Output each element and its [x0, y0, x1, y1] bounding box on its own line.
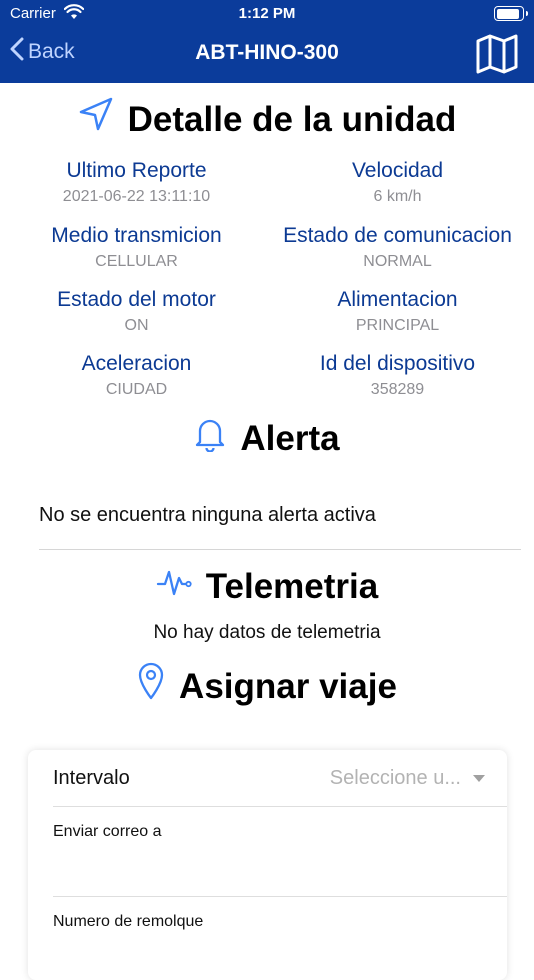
alert-section-header: Alerta — [0, 419, 534, 459]
map-button[interactable] — [476, 33, 518, 80]
divider — [53, 806, 507, 807]
trip-section-header: Asignar viaje — [0, 662, 534, 707]
detail-section-header: Detalle de la unidad — [0, 97, 534, 140]
detail-value: CELLULAR — [95, 253, 178, 270]
detail-label: Aceleracion — [81, 352, 192, 375]
detail-value: 358289 — [370, 381, 425, 398]
trip-form-card: Intervalo Seleccione u... Enviar correo … — [28, 750, 507, 980]
detail-label: Ultimo Reporte — [66, 159, 207, 182]
detail-value: CIUDAD — [105, 381, 168, 398]
detail-label: Medio transmicion — [51, 224, 222, 247]
detail-item-medio-transmicion: Medio transmicion CELLULAR — [3, 224, 270, 272]
detail-item-ultimo-reporte: Ultimo Reporte 2021-06-22 13:11:10 — [3, 159, 270, 207]
trailer-number-label: Numero de remolque — [53, 913, 204, 930]
detail-value: ON — [124, 317, 149, 334]
page-title: ABT-HINO-300 — [195, 41, 339, 64]
detail-title: Detalle de la unidad — [127, 100, 457, 139]
detail-label: Velocidad — [351, 159, 444, 182]
detail-value: 2021-06-22 13:11:10 — [62, 188, 211, 205]
status-time: 1:12 PM — [238, 5, 296, 22]
detail-value: 6 km/h — [373, 188, 422, 205]
detail-value: PRINCIPAL — [355, 317, 440, 334]
navigation-bar: Carrier 1:12 PM Back ABT-HINO-300 — [0, 0, 534, 83]
telemetry-message: No hay datos de telemetria — [153, 622, 381, 643]
detail-label: Alimentacion — [337, 288, 458, 311]
map-icon — [476, 34, 518, 79]
detail-item-alimentacion: Alimentacion PRINCIPAL — [264, 288, 531, 336]
detail-value: NORMAL — [363, 253, 432, 270]
detail-label: Estado del motor — [57, 288, 216, 311]
detail-item-estado-motor: Estado del motor ON — [3, 288, 270, 336]
alert-title: Alerta — [240, 419, 340, 458]
detail-item-aceleracion: Aceleracion CIUDAD — [3, 352, 270, 400]
location-pin-icon — [137, 662, 165, 700]
battery-icon — [494, 6, 528, 21]
trailer-number-field[interactable] — [53, 940, 507, 978]
telemetry-title: Telemetria — [205, 567, 379, 606]
alert-message: No se encuentra ninguna alerta activa — [39, 504, 376, 526]
telemetry-section-header: Telemetria — [0, 567, 534, 607]
navigation-arrow-icon — [78, 96, 114, 132]
interval-select-value: Seleccione u... — [329, 767, 461, 789]
detail-item-estado-comunicacion: Estado de comunicacion NORMAL — [264, 224, 531, 272]
email-field[interactable] — [53, 850, 507, 892]
divider — [53, 896, 507, 897]
detail-label: Id del dispositivo — [319, 352, 476, 375]
interval-label: Intervalo — [53, 767, 130, 789]
detail-item-velocidad: Velocidad 6 km/h — [264, 159, 531, 207]
email-label: Enviar correo a — [53, 823, 162, 840]
caret-down-icon — [473, 775, 485, 782]
detail-item-id-dispositivo: Id del dispositivo 358289 — [264, 352, 531, 400]
interval-select[interactable]: Seleccione u... — [330, 767, 485, 790]
bell-icon — [194, 416, 226, 452]
trip-title: Asignar viaje — [179, 667, 397, 706]
activity-pulse-icon — [156, 565, 192, 599]
detail-label: Estado de comunicacion — [283, 224, 512, 247]
divider — [39, 549, 521, 550]
